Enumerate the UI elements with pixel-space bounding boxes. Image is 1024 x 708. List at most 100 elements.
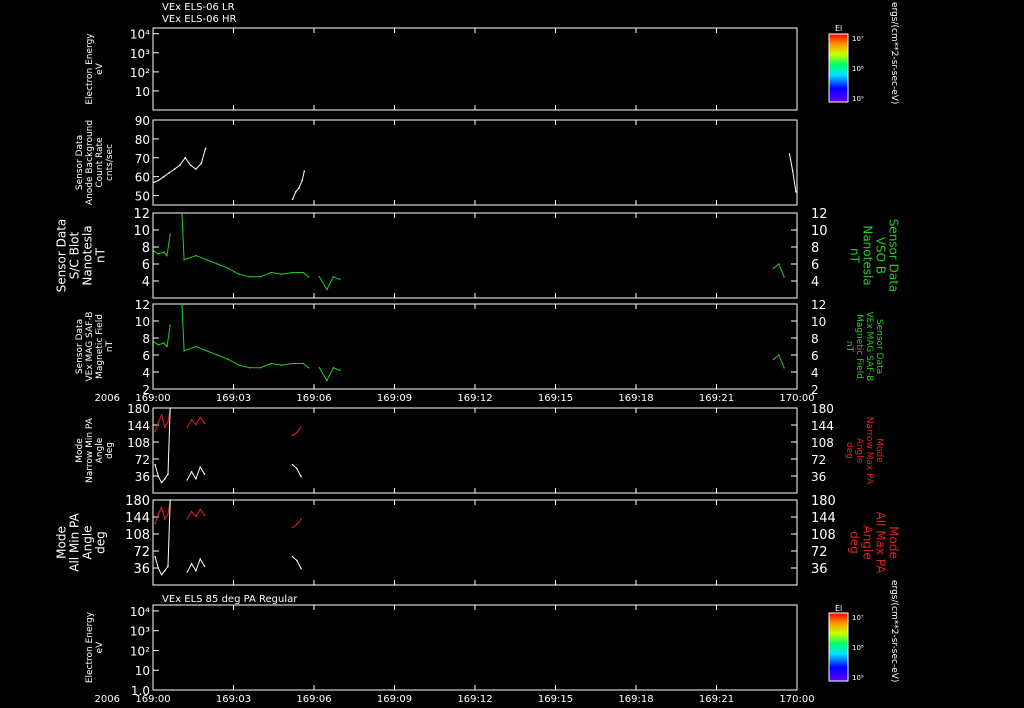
panel-1-point-0-4 bbox=[173, 168, 176, 170]
time-axis-label-1-4: 169:12 bbox=[457, 694, 492, 705]
time-axis-label-0-0: 169:00 bbox=[135, 393, 170, 404]
panel-3-ylabel-right-line-0: Sensor Data bbox=[874, 319, 884, 374]
colorbar-bottom-tick-hi: 10⁷ bbox=[852, 614, 864, 622]
panel-2-point-1-7 bbox=[248, 276, 251, 278]
panel-3-series-1 bbox=[181, 305, 309, 369]
panel-3-point-1-6 bbox=[238, 364, 240, 367]
panel-5-ytick-label-4: 180 bbox=[125, 494, 150, 509]
panel-2-ylabel-line-1: S/C Blot bbox=[68, 231, 82, 279]
panel-1-ytick-label-1: 60 bbox=[135, 171, 150, 185]
panel-6-ylabel-line-0: Electron Energy bbox=[85, 611, 95, 683]
panel-0-ylabel-line-1: eV bbox=[95, 62, 105, 75]
time-axis-year-1: 2006 bbox=[95, 694, 120, 705]
panel-3-point-1-10 bbox=[281, 364, 283, 367]
panel-0-frame bbox=[152, 27, 798, 111]
time-axis-label-0-4: 169:12 bbox=[457, 393, 492, 404]
panel-2-point-1-6 bbox=[238, 273, 240, 276]
panel-4-point-4-1 bbox=[296, 431, 298, 434]
panel-5-ytick-label-0: 36 bbox=[133, 562, 150, 577]
colorbar-top-tick-lo: 10⁹ bbox=[852, 95, 864, 103]
panel-5-point-4-1 bbox=[296, 523, 298, 526]
panel-5-point-0-0 bbox=[154, 522, 156, 525]
panel-4-point-0-2 bbox=[160, 414, 163, 416]
colorbar-bottom-tick-lo: 10⁹ bbox=[852, 674, 864, 682]
time-axis-label-1-6: 169:18 bbox=[618, 694, 653, 705]
panel-2-point-1-3 bbox=[205, 259, 208, 261]
panel-1-point-0-10 bbox=[204, 147, 207, 150]
panel-4-point-0-1 bbox=[157, 421, 160, 424]
panel-2-ytick-right-label-3: 10 bbox=[811, 224, 828, 239]
panel-1-point-0-5 bbox=[179, 164, 181, 167]
panel-4-point-3-3 bbox=[199, 466, 201, 468]
panel-5-point-4-2 bbox=[300, 518, 302, 520]
time-axis-label-1-5: 169:15 bbox=[538, 694, 573, 705]
panel-5-point-4-0 bbox=[291, 526, 294, 529]
panel-3-point-1-1 bbox=[183, 350, 185, 352]
panel-2-point-3-0 bbox=[772, 267, 775, 270]
panel-5-point-2-5 bbox=[169, 499, 171, 501]
panel-5-ylabel-right-line-1: All Max PA bbox=[874, 512, 888, 575]
panel-4-ytick-right-label-0: 36 bbox=[811, 470, 826, 484]
panel-2-point-1-1 bbox=[183, 259, 185, 261]
panel-2-series-3 bbox=[773, 263, 785, 277]
panel-4-point-5-2 bbox=[300, 475, 302, 478]
panel-4-point-3-2 bbox=[195, 478, 197, 480]
panel-4-point-3-0 bbox=[186, 479, 189, 481]
panel-4-point-2-5 bbox=[169, 407, 171, 409]
panel-3-ytick-right-label-1: 4 bbox=[811, 366, 819, 380]
time-axis-label-0-7: 169:21 bbox=[699, 393, 734, 404]
panel-5-point-2-1 bbox=[157, 567, 160, 570]
panel-5-point-5-2 bbox=[300, 567, 302, 570]
panel-2-point-1-2 bbox=[195, 254, 197, 257]
panel-3-ytick-label-5: 12 bbox=[135, 298, 150, 312]
panel-5-ylabel-right-line-3: deg bbox=[848, 531, 862, 554]
panel-1-point-0-6 bbox=[184, 157, 186, 159]
panel-5-point-1-4 bbox=[203, 514, 206, 516]
panel-4-ytick-label-3: 144 bbox=[127, 419, 150, 433]
panel-2-ylabel-right-line-3: nT bbox=[848, 248, 862, 264]
panel-2-point-2-2 bbox=[332, 276, 335, 278]
panel-1-point-0-8 bbox=[195, 168, 197, 170]
panel-2-ytick-label-0: 4 bbox=[142, 275, 150, 290]
panel-2-ylabel-line-0: Sensor Data bbox=[55, 219, 69, 293]
panel-2-ylabel-right-line-2: Nanotesla bbox=[861, 225, 875, 285]
panel-4-ytick-right-label-1: 72 bbox=[811, 453, 826, 467]
time-axis-label-0-3: 169:09 bbox=[377, 393, 412, 404]
time-axis-label-1-1: 169:03 bbox=[216, 694, 251, 705]
panel-6-ytick-label-2: 10² bbox=[130, 644, 150, 658]
panel-1-ytick-label-2: 70 bbox=[135, 152, 150, 166]
panel-2-point-1-12 bbox=[302, 271, 305, 274]
panel-5-ytick-right-label-4: 180 bbox=[811, 494, 836, 509]
panel-2-series-0 bbox=[153, 234, 171, 257]
panel-2-ytick-label-2: 8 bbox=[142, 241, 150, 256]
colorbar-top-tick-mid: 10⁸ bbox=[852, 65, 864, 73]
panel-4-point-4-2 bbox=[300, 426, 302, 428]
panel-4-ylabel-line-3: deg bbox=[105, 442, 115, 459]
panel-4-ytick-label-0: 36 bbox=[135, 470, 150, 484]
panel-5-point-3-0 bbox=[186, 571, 189, 573]
panel-5-ytick-label-3: 144 bbox=[125, 511, 150, 526]
panel-3-point-3-2 bbox=[783, 367, 785, 369]
panel-4-series-5 bbox=[292, 464, 302, 477]
panel-5-point-2-2 bbox=[160, 573, 163, 576]
panel-4-ylabel-right-line-1: Narrow Max PA bbox=[864, 417, 874, 485]
panel-3-point-2-1 bbox=[326, 379, 328, 382]
panel-5-point-1-0 bbox=[186, 518, 189, 520]
panel-1-ytick-label-3: 80 bbox=[135, 133, 150, 147]
panel-3-point-1-0 bbox=[181, 304, 183, 307]
panel-1-point-1-2 bbox=[298, 187, 300, 189]
panel-2-point-0-4 bbox=[169, 233, 171, 236]
panel-3-point-0-0 bbox=[153, 341, 155, 344]
panel-2-frame bbox=[152, 212, 798, 299]
panel-0-ytick-label-2: 10³ bbox=[130, 47, 150, 61]
panel-1-point-0-3 bbox=[168, 172, 170, 174]
panel-6-ylabel-line-1: eV bbox=[95, 641, 105, 654]
panel-5-point-2-4 bbox=[167, 565, 169, 567]
panel-6-ytick-label-3: 10³ bbox=[130, 625, 150, 639]
panel-5-point-2-3 bbox=[164, 570, 166, 572]
panel-4-point-3-4 bbox=[203, 473, 206, 475]
colorbar-bottom-tick-mid: 10⁸ bbox=[852, 644, 864, 652]
time-axis-label-1-7: 169:21 bbox=[699, 694, 734, 705]
panel-4-point-0-0 bbox=[154, 430, 156, 433]
panel-3-point-1-2 bbox=[195, 345, 197, 348]
